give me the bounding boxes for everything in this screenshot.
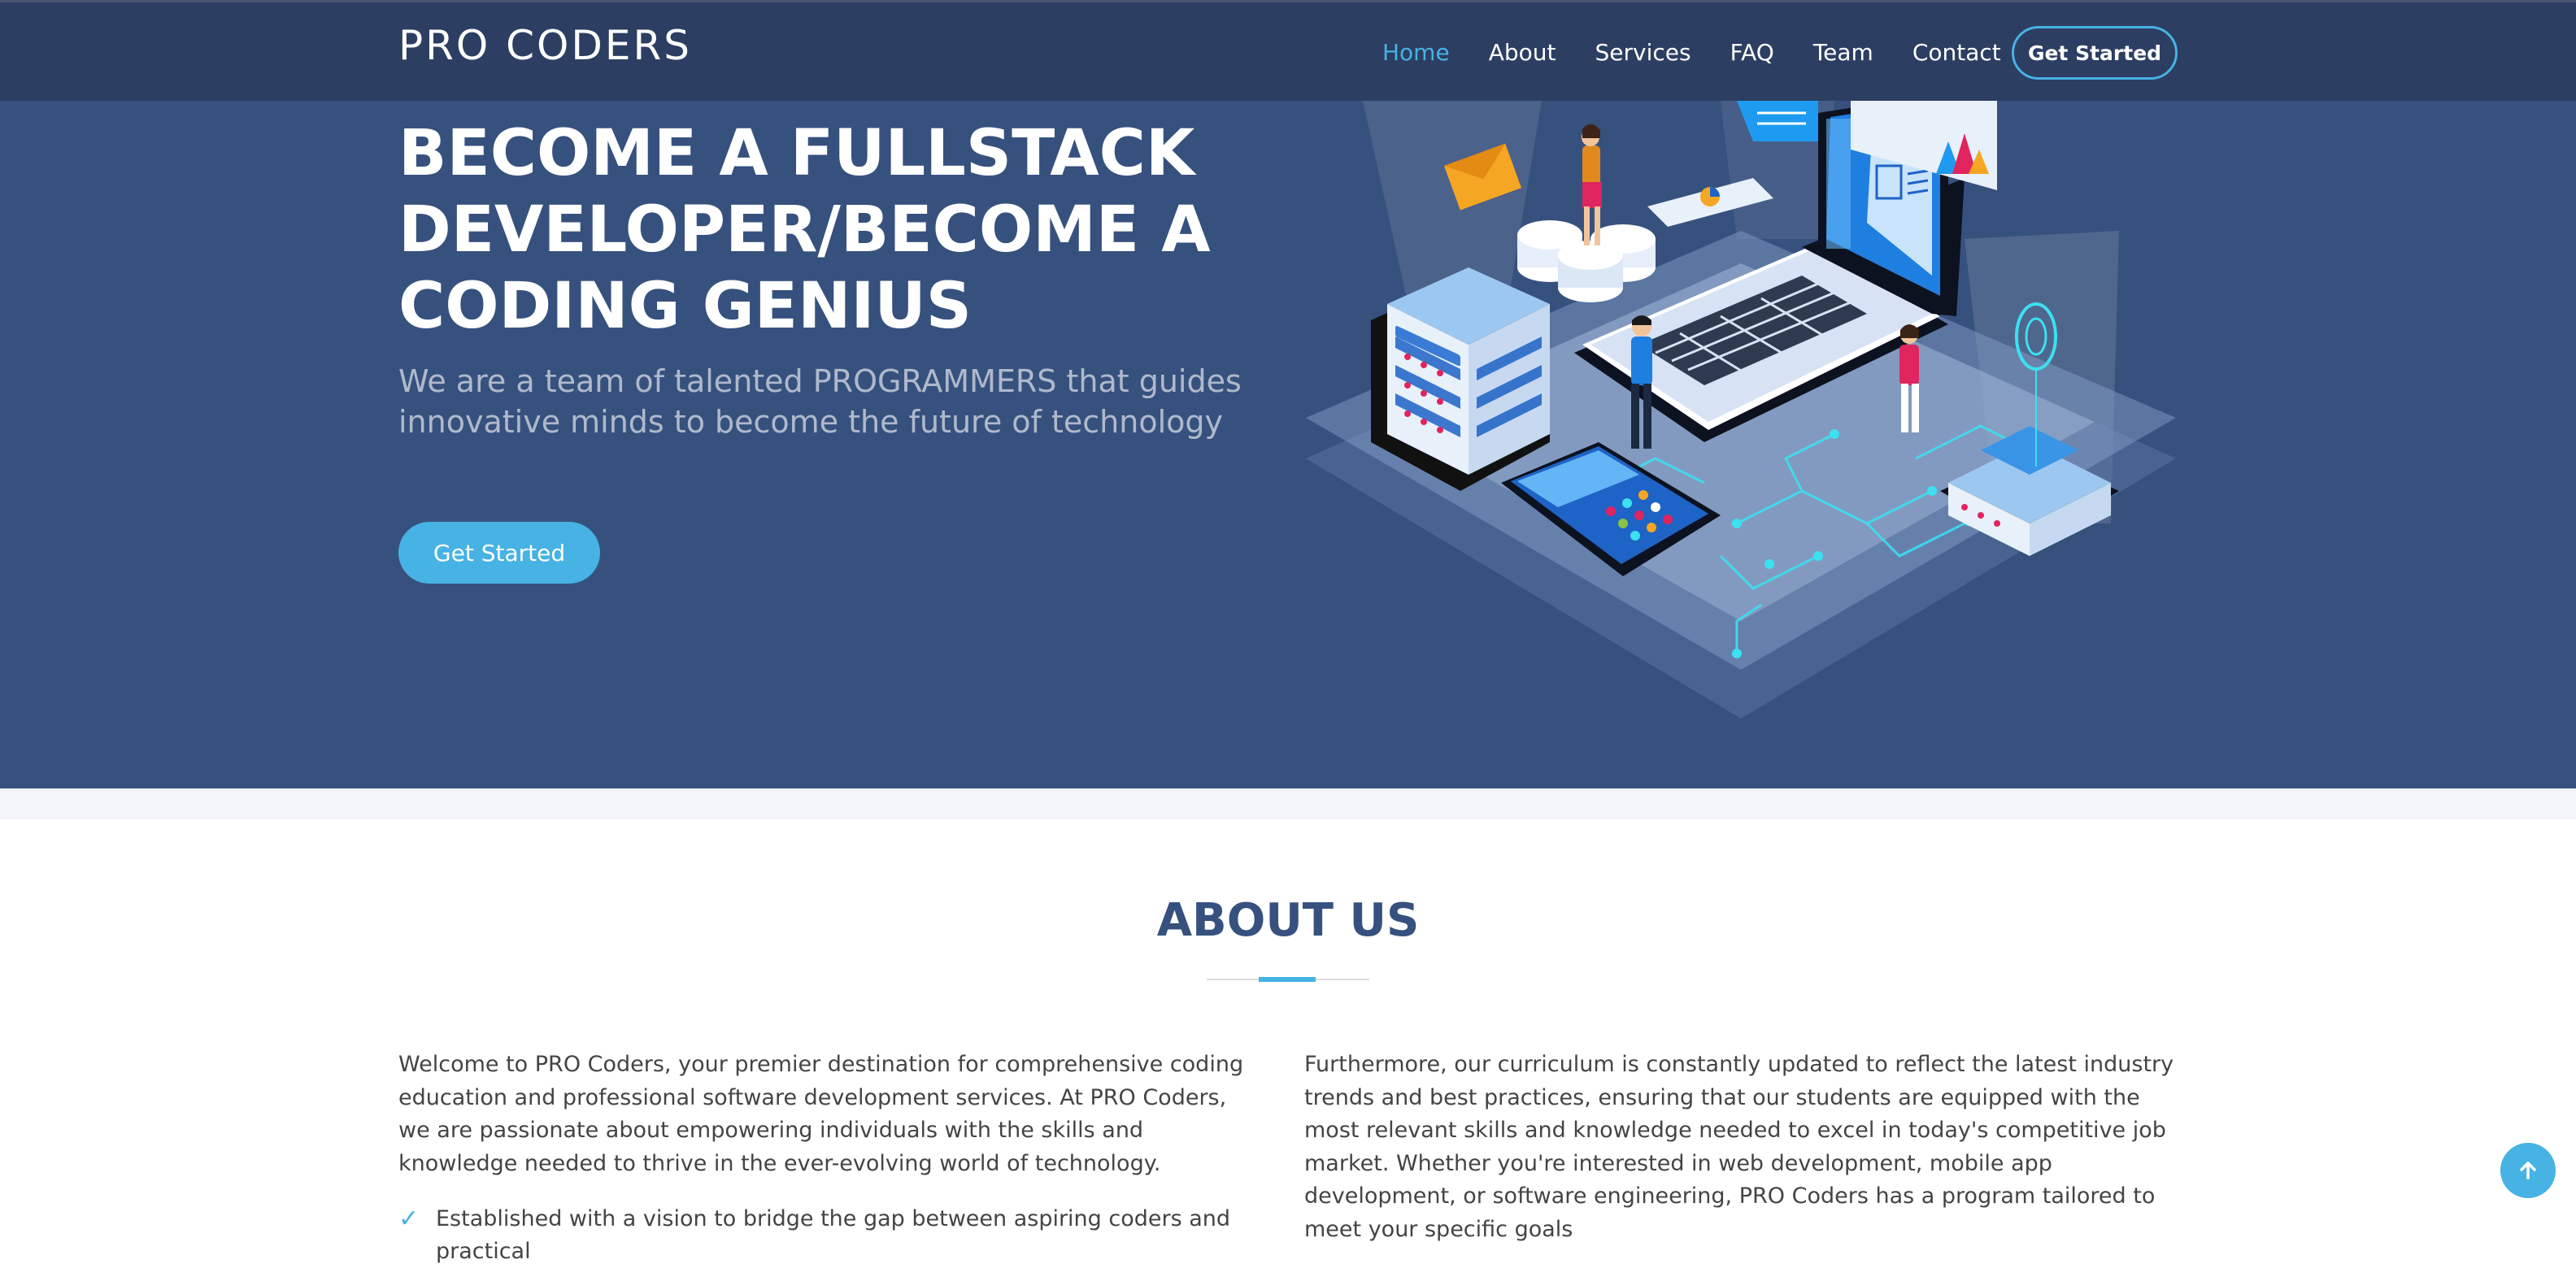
nav-services[interactable]: Services (1595, 39, 1690, 66)
nav-about[interactable]: About (1489, 39, 1556, 66)
nav-home[interactable]: Home (1382, 39, 1450, 66)
hero-get-started-button[interactable]: Get Started (398, 522, 600, 584)
header-get-started-button[interactable]: Get Started (2012, 26, 2178, 80)
about-feature-list: ✓ Established with a vision to bridge th… (398, 1203, 1244, 1268)
arrow-up-icon (2520, 1162, 2536, 1179)
nav-contact[interactable]: Contact (1912, 39, 2001, 66)
hero-section: BECOME A FULLSTACK DEVELOPER/BECOME A CO… (0, 101, 2576, 788)
main-nav: Home About Services FAQ Team Contact (1382, 25, 2040, 79)
site-header: PRO CODERS Home About Services FAQ Team … (0, 0, 2576, 101)
nav-faq[interactable]: FAQ (1730, 39, 1774, 66)
about-right-paragraph: Furthermore, our curriculum is constantl… (1304, 1052, 2174, 1242)
list-item: ✓ Established with a vision to bridge th… (398, 1203, 1244, 1268)
hero-title: BECOME A FULLSTACK DEVELOPER/BECOME A CO… (398, 117, 1211, 343)
check-icon: ✓ (398, 1205, 420, 1233)
back-to-top-button[interactable] (2500, 1143, 2556, 1198)
about-left-paragraph: Welcome to PRO Coders, your premier dest… (398, 1052, 1244, 1176)
about-title: ABOUT US (1156, 894, 1420, 947)
nav-team[interactable]: Team (1813, 39, 1873, 66)
hero-illustration (1306, 101, 2176, 719)
about-title-accent (1259, 977, 1316, 982)
section-divider-strip (0, 788, 2576, 819)
hero-subtitle: We are a team of talented PROGRAMMERS th… (398, 363, 1242, 440)
site-logo[interactable]: PRO CODERS (398, 25, 692, 66)
list-item-text: Established with a vision to bridge the … (436, 1206, 1231, 1264)
